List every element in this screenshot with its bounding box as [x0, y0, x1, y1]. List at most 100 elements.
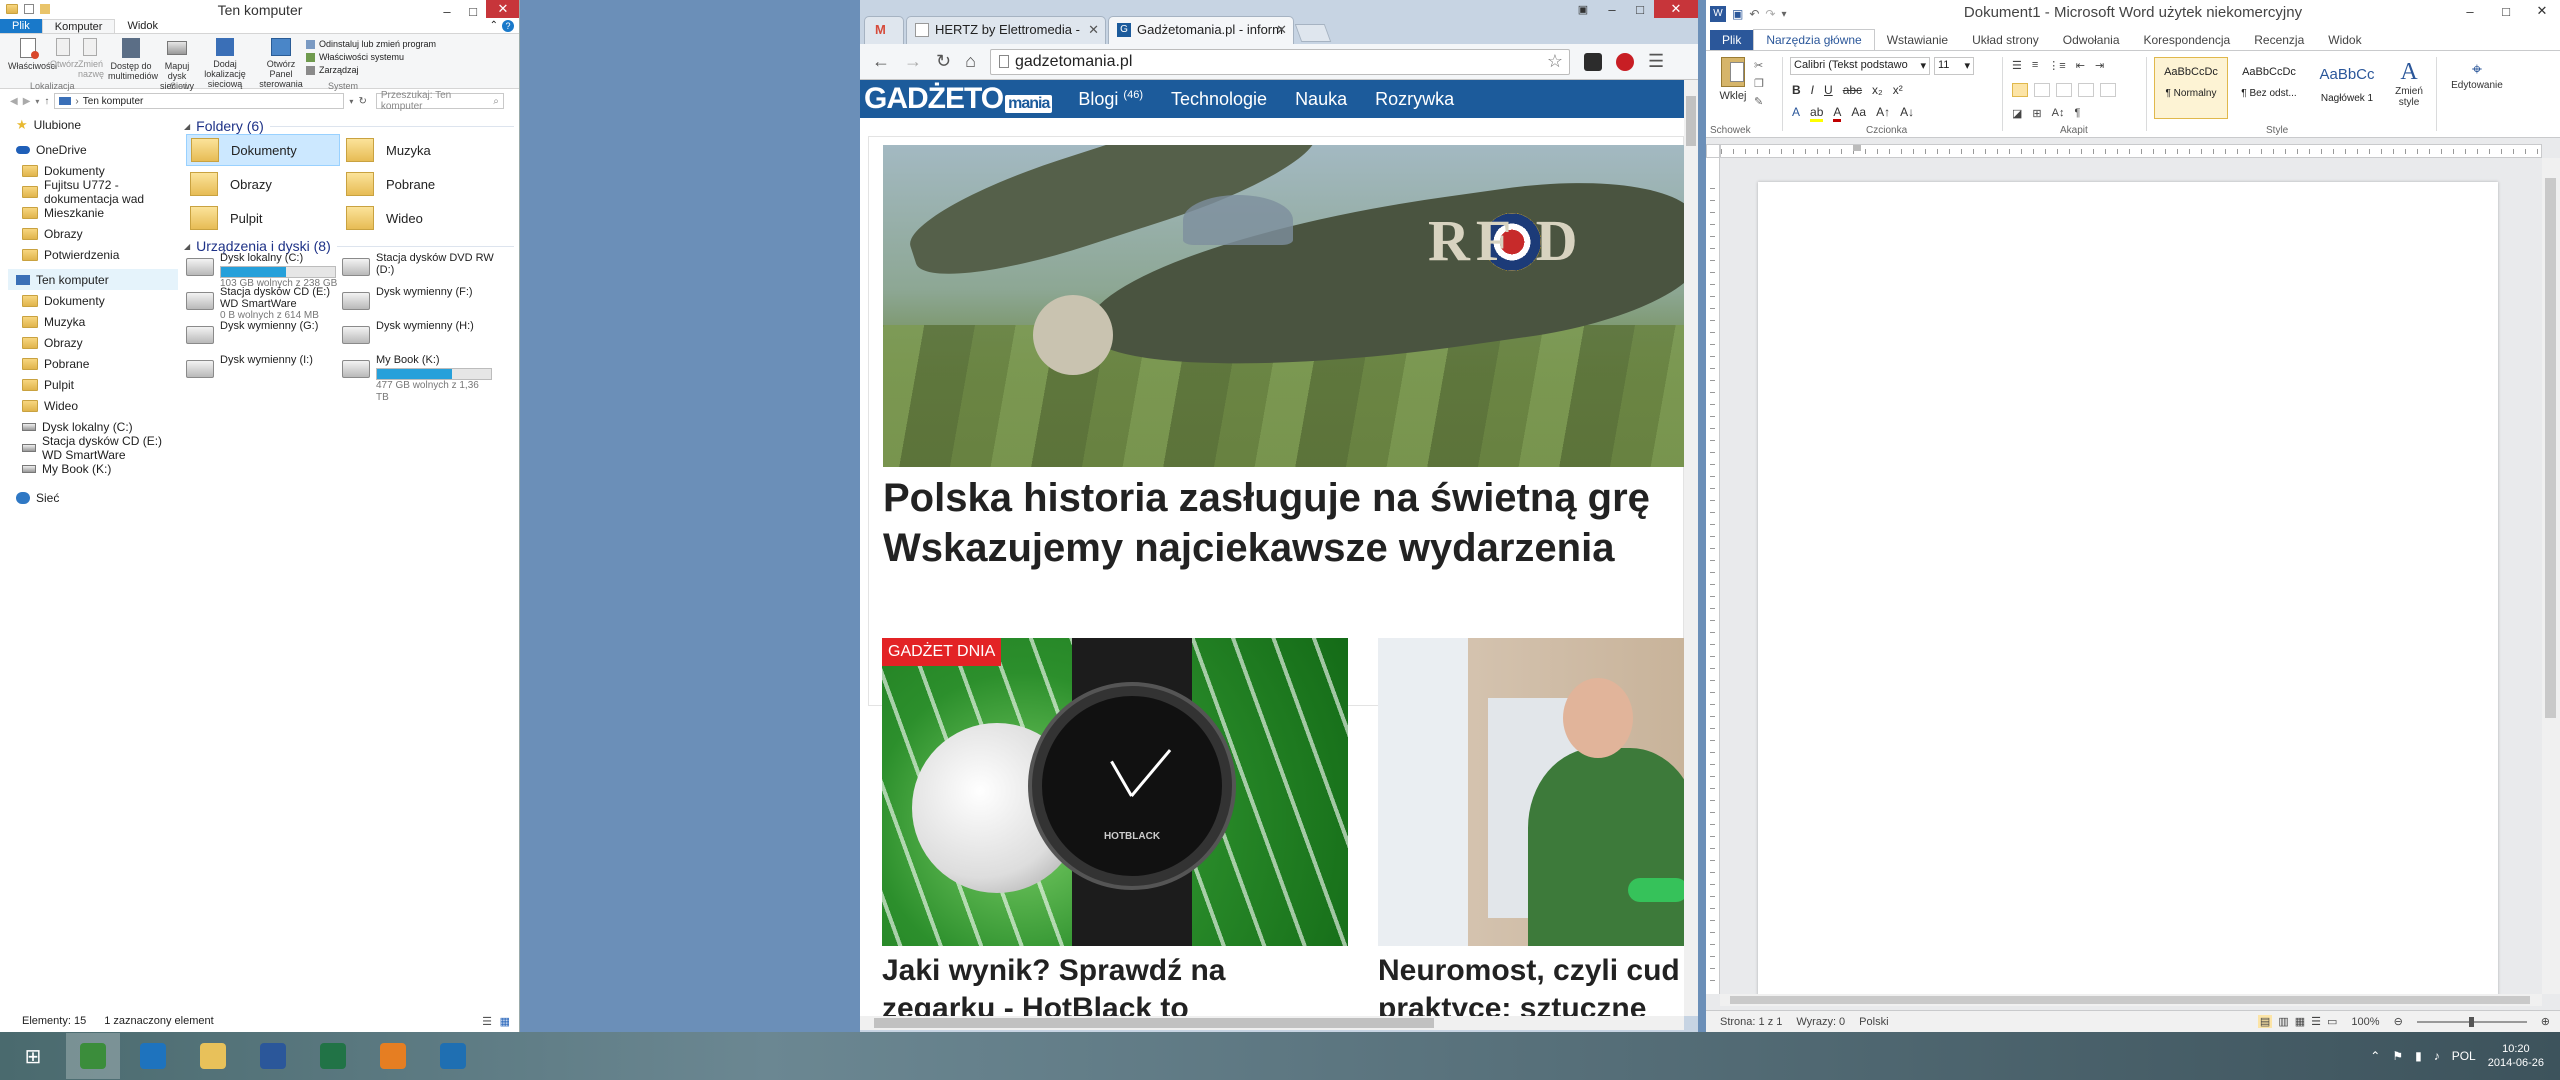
language-indicator[interactable]: Polski: [1859, 1016, 1888, 1028]
profile-icon[interactable]: ▣: [1568, 0, 1598, 18]
tab-file[interactable]: Plik: [0, 19, 42, 34]
font-name-select[interactable]: Calibri (Tekst podstawo ▾: [1790, 57, 1930, 75]
nav-thispc-item[interactable]: Obrazy: [22, 332, 178, 353]
folder-tile[interactable]: Pulpit: [186, 202, 340, 234]
address-dropdown-icon[interactable]: ▾: [349, 97, 353, 106]
adblock-icon[interactable]: [1615, 52, 1634, 71]
highlight-icon[interactable]: ab: [1810, 105, 1824, 122]
scrollbar-thumb[interactable]: [1730, 996, 2530, 1004]
print-layout-icon[interactable]: ▤: [2257, 1015, 2273, 1028]
tab-hertz[interactable]: HERTZ by Elettromedia - ✕: [906, 16, 1106, 44]
action-center-icon[interactable]: ⚑: [2392, 1049, 2403, 1063]
taskbar-button[interactable]: [246, 1033, 300, 1079]
font-color-icon[interactable]: A: [1833, 105, 1842, 122]
bookmark-star-icon[interactable]: ☆: [1547, 51, 1563, 72]
word-tab[interactable]: Układ strony: [1960, 30, 2051, 50]
back-icon[interactable]: ←: [872, 51, 890, 72]
maximize-button[interactable]: □: [2488, 0, 2524, 22]
align-center-icon[interactable]: [2034, 83, 2050, 97]
taskbar-button[interactable]: [186, 1033, 240, 1079]
properties-button[interactable]: Właściwości: [8, 38, 57, 71]
scrollbar-thumb[interactable]: [1686, 96, 1696, 146]
word-tab[interactable]: Widok: [2316, 30, 2373, 50]
nav-onedrive-item[interactable]: Potwierdzenia: [22, 244, 178, 265]
tray-expand-icon[interactable]: ⌃: [2370, 1049, 2380, 1063]
nav-thispc-item[interactable]: Muzyka: [22, 311, 178, 332]
media-access-button[interactable]: Dostęp do multimediów: [108, 38, 158, 81]
drive-tile[interactable]: Dysk wymienny (G:): [186, 320, 340, 354]
neuromost-article-title[interactable]: Neuromost, czyli cud praktyce: sztuczne: [1378, 952, 1684, 1016]
grow-font-icon[interactable]: A↑: [1876, 105, 1890, 122]
word-tab[interactable]: Narzędzia główne: [1753, 29, 1875, 50]
justify-icon[interactable]: [2078, 83, 2094, 97]
taskbar-button[interactable]: [366, 1033, 420, 1079]
language-indicator[interactable]: POL: [2452, 1049, 2476, 1063]
close-button[interactable]: ✕: [486, 0, 519, 18]
search-input[interactable]: Przeszukaj: Ten komputer ⌕: [375, 90, 504, 112]
zoom-out-icon[interactable]: ⊖: [2394, 1015, 2403, 1028]
vertical-scrollbar[interactable]: [2542, 158, 2560, 994]
show-marks-icon[interactable]: ¶: [2074, 107, 2080, 120]
style-option[interactable]: AaBbCcDc ¶ Normalny: [2154, 57, 2228, 119]
refresh-icon[interactable]: ↻: [358, 96, 366, 107]
uninstall-program-link[interactable]: Odinstaluj lub zmień program: [306, 38, 436, 51]
shading-icon[interactable]: ◪: [2012, 107, 2022, 120]
nav-thispc-item[interactable]: Pulpit: [22, 374, 178, 395]
zoom-slider[interactable]: [2416, 1016, 2527, 1027]
align-left-icon[interactable]: [2012, 83, 2028, 97]
word-tab[interactable]: Odwołania: [2051, 30, 2132, 50]
nav-technologie[interactable]: Technologie: [1171, 89, 1267, 110]
watch-article-title[interactable]: Jaki wynik? Sprawdź na zegarku - HotBlac…: [882, 952, 1225, 1016]
page-scrollbar[interactable]: [1684, 80, 1698, 1016]
folders-group-header[interactable]: ◢ Foldery (6): [184, 118, 514, 134]
forward-icon[interactable]: →: [904, 51, 922, 72]
format-painter-icon[interactable]: ✎: [1754, 93, 1764, 111]
taskbar-button[interactable]: [306, 1033, 360, 1079]
address-bar[interactable]: › Ten komputer: [54, 93, 345, 109]
nav-favorites[interactable]: ★ Ulubione: [16, 114, 178, 135]
web-layout-icon[interactable]: ▦: [2295, 1015, 2305, 1028]
ribbon-collapse-icon[interactable]: ⌃: [490, 20, 498, 31]
tab-gadzetomania[interactable]: G Gadżetomania.pl - inform ✕: [1108, 16, 1294, 44]
menu-icon[interactable]: ☰: [1648, 51, 1664, 72]
taskbar-button[interactable]: [126, 1033, 180, 1079]
close-tab-icon[interactable]: ✕: [1276, 17, 1287, 43]
italic-icon[interactable]: I: [1811, 83, 1814, 97]
tab-gmail[interactable]: M: [864, 16, 904, 44]
multilevel-icon[interactable]: ⋮≡: [2048, 59, 2065, 72]
drive-tile[interactable]: Dysk wymienny (I:): [186, 354, 340, 388]
increase-indent-icon[interactable]: ⇥: [2095, 59, 2104, 72]
nav-thispc-item[interactable]: Pobrane: [22, 353, 178, 374]
close-button[interactable]: ✕: [1654, 0, 1698, 18]
editing-button[interactable]: ⌖ Edytowanie: [2442, 59, 2512, 91]
scrollbar-thumb[interactable]: [874, 1018, 1434, 1028]
drive-tile[interactable]: My Book (K:) 477 GB wolnych z 1,36 TB: [342, 354, 496, 403]
watch-article-image[interactable]: HOTBLACK GADŻET DNIA: [882, 638, 1348, 946]
nav-thispc-item[interactable]: Dokumenty: [22, 290, 178, 311]
word-tab[interactable]: Plik: [1710, 30, 1754, 50]
maximize-button[interactable]: □: [1626, 0, 1654, 18]
add-network-location-button[interactable]: Dodaj lokalizację sieciową: [198, 38, 252, 89]
open-button[interactable]: Otwórz: [50, 38, 79, 69]
network-icon[interactable]: ▮: [2415, 1049, 2422, 1063]
nav-blogi[interactable]: Blogi (46): [1078, 89, 1143, 110]
site-logo[interactable]: GADŻETO mania: [860, 82, 1053, 116]
manage-link[interactable]: Zarządzaj: [306, 64, 436, 77]
tab-view[interactable]: Widok: [115, 19, 170, 34]
history-dropdown-icon[interactable]: ▾: [35, 97, 39, 106]
nav-onedrive-item[interactable]: Obrazy: [22, 223, 178, 244]
drive-tile[interactable]: Stacja dysków CD (E:) WD SmartWare 0 B wo…: [186, 286, 340, 321]
vertical-ruler[interactable]: [1706, 158, 1720, 994]
bullets-icon[interactable]: ☰: [2012, 59, 2022, 72]
help-icon[interactable]: ?: [502, 20, 514, 32]
tab-computer[interactable]: Komputer: [41, 19, 116, 34]
borders-icon[interactable]: ⊞: [2032, 107, 2041, 120]
document-page[interactable]: [1758, 182, 2498, 1002]
taskbar-button[interactable]: [66, 1033, 120, 1079]
word-counter[interactable]: Wyrazy: 0: [1796, 1016, 1845, 1028]
taskbar-button[interactable]: ⊞: [6, 1033, 60, 1079]
word-tab[interactable]: Wstawianie: [1875, 30, 1960, 50]
folder-tile[interactable]: Dokumenty: [186, 134, 340, 166]
horizontal-ruler[interactable]: [1720, 144, 2542, 158]
details-view-icon[interactable]: ☰: [482, 1015, 492, 1028]
